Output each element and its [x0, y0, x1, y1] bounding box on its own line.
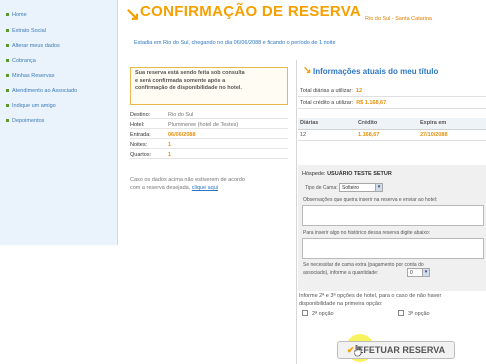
- sidebar-item-label: Minhas Reservas: [12, 73, 55, 79]
- panel-arrow-icon: ↘: [303, 65, 312, 76]
- credit-table: Diárias Crédito Expira em 12 1.168,67 27…: [298, 118, 486, 141]
- disclaimer-line: com a reserva desejada, clique aqui: [130, 184, 245, 192]
- column-header: Crédito: [356, 118, 418, 130]
- bullet-icon: [6, 74, 9, 78]
- detail-value: 06/06/2088: [168, 132, 196, 138]
- detail-row-noites: Noites: 1: [130, 140, 288, 149]
- detail-value: Rio do Sul: [168, 112, 194, 118]
- option3-label: 3ª opção: [408, 311, 430, 317]
- options-line: Informe 2ª e 3ª opções de hotel, para o …: [299, 293, 442, 299]
- bed-type-select[interactable]: Solteiro ▾: [339, 183, 383, 192]
- sidebar-item-cobranca[interactable]: Cobrança: [6, 58, 36, 64]
- chevron-down-icon: ▾: [375, 184, 382, 191]
- sidebar-item-indique-amigo[interactable]: Indique um amigo: [6, 103, 56, 109]
- sidebar-item-atendimento[interactable]: Atendimento ao Associado: [6, 88, 77, 94]
- guest-line: Hóspede: USUÁRIO TESTE SETUR: [302, 171, 392, 177]
- hotel-options-text: Informe 2ª e 3ª opções de hotel, para o …: [299, 292, 441, 309]
- table-cell: 12: [298, 129, 356, 141]
- observations-textarea[interactable]: [302, 205, 484, 226]
- extra-bed-label-1: Se necessitar de cama extra (pagamento p…: [303, 262, 424, 268]
- chevron-down-icon: ▾: [422, 269, 429, 276]
- submit-label: EFETUAR RESERVA: [357, 345, 446, 355]
- disclaimer-line: Caso os dados acima não estiverem de aco…: [130, 177, 245, 183]
- detail-label: Entrada:: [130, 132, 151, 138]
- detail-label: Noites:: [130, 142, 148, 148]
- observations-label: Observações que queira inserir na reserv…: [303, 197, 438, 203]
- click-here-link[interactable]: clique aqui: [192, 185, 218, 191]
- panel-title: Informações atuais do meu título: [313, 67, 439, 76]
- extra-bed-select[interactable]: 0 ▾: [407, 268, 430, 277]
- table-cell: 1.168,67: [356, 129, 418, 141]
- disclaimer-text-part: com a reserva desejada,: [130, 185, 191, 192]
- sidebar-item-label: Depoimentos: [12, 118, 45, 124]
- sidebar-item-alterar-dados[interactable]: Alterar meus dados: [6, 43, 60, 49]
- bed-type-value: Solteiro: [342, 185, 359, 191]
- sidebar-item-depoimentos[interactable]: Depoimentos: [6, 118, 44, 124]
- bullet-icon: [6, 119, 9, 123]
- total-credito-line: Total crédito a utilizar: R$ 1.168,67: [298, 98, 486, 109]
- total-diarias-value: 12: [355, 88, 363, 94]
- guest-label: Hóspede:: [302, 171, 326, 177]
- bullet-icon: [6, 44, 9, 48]
- sidebar-menu: Home Extrato Social Alterar meus dados C…: [0, 0, 118, 245]
- sidebar-item-home[interactable]: Home: [6, 12, 27, 18]
- stay-summary: Estadia em Rio do Sul, chegando no dia 0…: [134, 40, 336, 46]
- column-header: Diárias: [298, 118, 356, 130]
- bullet-icon: [6, 13, 9, 17]
- detail-label: Destino:: [130, 112, 151, 118]
- options-line: disponibilidade na primeira opção:: [299, 301, 383, 308]
- confirmation-notice: Sua reserva está sendo feita sob consult…: [130, 67, 288, 105]
- detail-value: 1: [168, 152, 172, 158]
- notice-line: e será confirmada somente após a: [135, 77, 226, 84]
- total-diarias-line: Total diárias a utilizar: 12: [298, 86, 486, 97]
- option2-label: 2ª opção: [312, 311, 334, 317]
- internal-notes-textarea[interactable]: [302, 238, 484, 259]
- disclaimer-text: Caso os dados acima não estiverem de aco…: [130, 176, 245, 193]
- sidebar-item-label: Atendimento ao Associado: [12, 88, 78, 94]
- sidebar-item-label: Extrato Social: [12, 28, 46, 34]
- extra-bed-label-2: associado), informe a quantidade:: [303, 270, 379, 276]
- detail-label: Hotel:: [130, 122, 145, 128]
- bed-type-label: Tipo de Cama:: [305, 185, 338, 191]
- total-credito-value: R$ 1.168,67: [356, 100, 387, 106]
- detail-row-hotel: Hotel: Plummeree (hotel de Testes): [130, 120, 288, 129]
- detail-row-destino: Destino: Rio do Sul: [130, 110, 288, 119]
- table-cell: 27/10/2088: [418, 129, 486, 141]
- total-credito-label: Total crédito a utilizar:: [300, 100, 354, 106]
- column-header: Expira em: [418, 118, 486, 130]
- detail-row-quartos: Quartos: 1: [130, 150, 288, 159]
- location-label: Rio do Sul - Santa Catarina: [365, 16, 432, 22]
- bullet-icon: [6, 89, 9, 93]
- table-header-row: Diárias Crédito Expira em: [298, 118, 486, 130]
- total-diarias-label: Total diárias a utilizar:: [300, 88, 353, 94]
- sidebar-item-extrato-social[interactable]: Extrato Social: [6, 28, 46, 34]
- page-title: CONFIRMAÇÃO DE RESERVA: [140, 3, 362, 20]
- extra-bed-value: 0: [410, 270, 413, 276]
- sidebar-item-label: Indique um amigo: [12, 103, 56, 109]
- notice-line: Sua reserva está sendo feita sob consult…: [135, 70, 245, 76]
- sidebar-item-label: Home: [12, 12, 27, 18]
- option3-checkbox[interactable]: [398, 310, 404, 316]
- bullet-icon: [6, 29, 9, 33]
- title-arrow-icon: ↘: [125, 4, 141, 24]
- option2-checkbox[interactable]: [302, 310, 308, 316]
- detail-value: Plummeree (hotel de Testes): [168, 122, 239, 128]
- table-row: 12 1.168,67 27/10/2088: [298, 129, 486, 141]
- detail-value: 1: [168, 142, 172, 148]
- hand-cursor-icon: [354, 345, 362, 357]
- sidebar-item-label: Cobrança: [12, 58, 36, 64]
- detail-row-entrada: Entrada: 06/06/2088: [130, 130, 288, 139]
- guest-name: USUÁRIO TESTE SETUR: [327, 171, 392, 177]
- bullet-icon: [6, 104, 9, 108]
- detail-label: Quartos:: [130, 152, 152, 158]
- bullet-icon: [6, 59, 9, 63]
- internal-notes-label: Para inserir algo no histórico dessa res…: [303, 230, 431, 236]
- sidebar-item-minhas-reservas[interactable]: Minhas Reservas: [6, 73, 55, 79]
- notice-line: confirmação de disponibilidade no hotel.: [135, 85, 242, 92]
- sidebar-item-label: Alterar meus dados: [12, 43, 60, 49]
